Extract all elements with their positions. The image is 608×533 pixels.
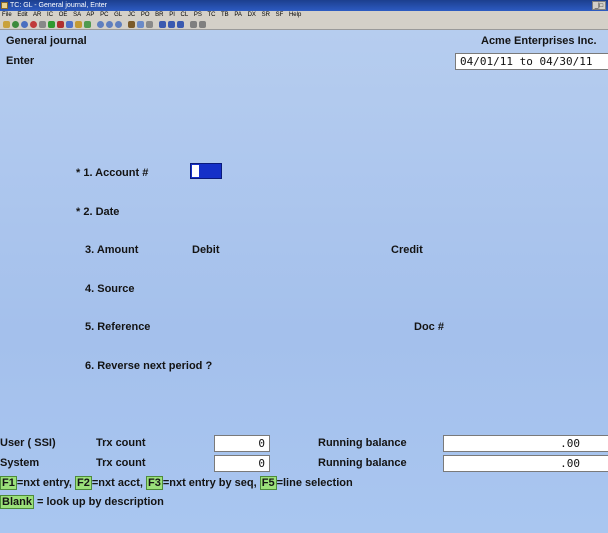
blank-help-text: = look up by description bbox=[33, 496, 164, 508]
system-running-balance-label: Running balance bbox=[318, 457, 407, 469]
app-icon bbox=[1, 2, 8, 9]
account-input[interactable] bbox=[190, 163, 222, 179]
settings-icon[interactable] bbox=[146, 21, 153, 28]
menu-ic[interactable]: IC bbox=[47, 12, 53, 18]
menu-sr[interactable]: SR bbox=[262, 12, 270, 18]
menu-tb[interactable]: TB bbox=[221, 12, 229, 18]
cancel-icon[interactable] bbox=[57, 21, 64, 28]
f2-help-text: =nxt acct, bbox=[91, 477, 146, 489]
doc-number-label: Doc # bbox=[414, 321, 444, 333]
f1-key[interactable]: F1 bbox=[0, 476, 17, 490]
amount-label: 3. Amount bbox=[85, 244, 139, 256]
menu-oe[interactable]: OE bbox=[59, 12, 68, 18]
function-key-help: F1 =nxt entry, F2 =nxt acct, F3 =nxt entry … bbox=[0, 476, 353, 490]
menu-ps[interactable]: PS bbox=[194, 12, 202, 18]
f3-key[interactable]: F3 bbox=[145, 476, 163, 490]
menu-br[interactable]: BR bbox=[155, 12, 163, 18]
menu-pc[interactable]: PC bbox=[100, 12, 108, 18]
debit-label: Debit bbox=[192, 244, 220, 256]
previous-icon[interactable] bbox=[159, 21, 166, 28]
menu-help[interactable]: Help bbox=[289, 12, 301, 18]
record-next-icon[interactable] bbox=[115, 21, 122, 28]
record-first-icon[interactable] bbox=[97, 21, 104, 28]
f3-help-text: =nxt entry by seq, bbox=[162, 477, 260, 489]
toolbar bbox=[0, 20, 608, 30]
screen-title: General journal bbox=[6, 35, 87, 47]
menu-cl[interactable]: CL bbox=[181, 12, 189, 18]
menu-jc[interactable]: JC bbox=[128, 12, 135, 18]
date-label: * 2. Date bbox=[76, 206, 120, 218]
record-prev-icon[interactable] bbox=[106, 21, 113, 28]
reverse-label: 6. Reverse next period ? bbox=[85, 360, 213, 372]
binoculars-icon[interactable] bbox=[128, 21, 135, 28]
export-icon[interactable] bbox=[199, 21, 206, 28]
title-bar: TC: GL - General journal, Enter _|□ bbox=[0, 0, 608, 11]
user-running-balance-label: Running balance bbox=[318, 437, 407, 449]
calculator-icon[interactable] bbox=[39, 21, 46, 28]
f5-help-text: =line selection bbox=[276, 477, 353, 489]
account-label: * 1. Account # bbox=[76, 167, 149, 179]
window-title: TC: GL - General journal, Enter bbox=[10, 2, 108, 9]
menu-bar: File Edit AR IC OE SA AP PC GL JC PO BR … bbox=[0, 11, 608, 20]
system-running-balance-field: .00 bbox=[443, 455, 608, 472]
help-icon[interactable] bbox=[21, 21, 28, 28]
user-running-balance-field: .00 bbox=[443, 435, 608, 452]
mode-label: Enter bbox=[6, 55, 35, 67]
user-icon[interactable] bbox=[75, 21, 82, 28]
company-name: Acme Enterprises Inc. bbox=[481, 35, 597, 47]
add-icon[interactable] bbox=[84, 21, 91, 28]
blank-key[interactable]: Blank bbox=[0, 495, 34, 509]
user-trx-count-label: Trx count bbox=[96, 437, 146, 449]
menu-gl[interactable]: GL bbox=[114, 12, 122, 18]
reference-label: 5. Reference bbox=[85, 321, 151, 333]
menu-sa[interactable]: SA bbox=[73, 12, 81, 18]
menu-edit[interactable]: Edit bbox=[17, 12, 27, 18]
f5-key[interactable]: F5 bbox=[259, 476, 277, 490]
menu-pa[interactable]: PA bbox=[234, 12, 242, 18]
print-icon[interactable] bbox=[190, 21, 197, 28]
refresh-icon[interactable] bbox=[12, 21, 19, 28]
user-label: User ( SSI) bbox=[0, 437, 56, 449]
credit-label: Credit bbox=[391, 244, 423, 256]
system-trx-count-field: 0 bbox=[214, 455, 270, 472]
source-label: 4. Source bbox=[85, 283, 135, 295]
blank-key-help: Blank = look up by description bbox=[0, 495, 164, 509]
menu-ar[interactable]: AR bbox=[33, 12, 41, 18]
text-cursor bbox=[192, 165, 199, 177]
system-trx-count-label: Trx count bbox=[96, 457, 146, 469]
menu-file[interactable]: File bbox=[2, 12, 12, 18]
menu-ap[interactable]: AP bbox=[86, 12, 94, 18]
f1-help-text: =nxt entry, bbox=[16, 477, 76, 489]
undo-icon[interactable] bbox=[66, 21, 73, 28]
period-field: 04/01/11 to 04/30/11 bbox=[455, 53, 608, 70]
play-icon[interactable] bbox=[168, 21, 175, 28]
stop-square-icon[interactable] bbox=[177, 21, 184, 28]
open-icon[interactable] bbox=[3, 21, 10, 28]
search-icon[interactable] bbox=[137, 21, 144, 28]
check-icon[interactable] bbox=[48, 21, 55, 28]
stop-icon[interactable] bbox=[30, 21, 37, 28]
menu-dx[interactable]: DX bbox=[248, 12, 256, 18]
main-screen: General journal Enter Acme Enterprises I… bbox=[0, 30, 608, 533]
menu-sf[interactable]: SF bbox=[276, 12, 284, 18]
window-controls[interactable]: _|□ bbox=[592, 1, 606, 10]
user-trx-count-field: 0 bbox=[214, 435, 270, 452]
f2-key[interactable]: F2 bbox=[75, 476, 92, 490]
menu-pi[interactable]: PI bbox=[169, 12, 175, 18]
system-label: System bbox=[0, 457, 40, 469]
menu-po[interactable]: PO bbox=[141, 12, 150, 18]
menu-tc[interactable]: TC bbox=[207, 12, 215, 18]
